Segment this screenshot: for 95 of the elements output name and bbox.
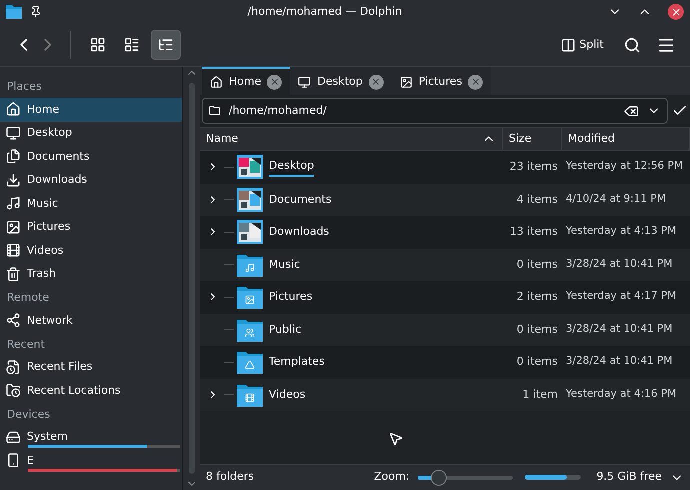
sidebar-item[interactable]: Trash [0,262,182,286]
split-view-icon [560,38,576,52]
sidebar-item[interactable]: Recent Locations [0,379,182,402]
sidebar-item[interactable]: Documents [0,145,182,168]
sidebar-item[interactable]: Recent Files [0,356,182,379]
table-cell-text: Yesterday at 12:56 PM [565,159,684,174]
column-header[interactable]: Name [200,128,503,150]
table-cell-text: 3/28/24 at 10:41 PM [565,354,674,370]
image-icon [400,76,413,88]
film-icon [6,243,21,258]
file-name[interactable]: Templates [269,354,325,370]
close-tab-button[interactable] [267,74,282,90]
pointer-icon [388,431,404,447]
folder-clock-icon [6,383,21,398]
pictures-folder-icon [237,285,263,310]
documents-icon [6,149,21,164]
templates-folder-icon [237,350,263,374]
close-button[interactable] [668,4,684,20]
folder-icon [209,105,221,117]
folder-icon [6,5,22,19]
free-space: 9.5 GiB free [596,469,662,486]
table-cell-text: Yesterday at 4:13 PM [565,224,678,240]
image-icon [6,220,21,235]
column-header[interactable]: Modified [562,128,690,150]
sidebar-item[interactable]: Music [0,192,182,216]
monitor-icon [298,76,312,88]
location-field[interactable]: /home/mohamed/ [202,98,668,124]
search-icon[interactable] [624,36,641,54]
network-icon [6,313,21,328]
clear-icon[interactable] [624,104,639,118]
sidebar-item[interactable]: Pictures [0,216,182,239]
trash-icon [6,266,21,282]
sidebar-item[interactable]: E [0,449,182,472]
table-cell-text: 0 items [516,322,559,338]
split-button[interactable]: Split [556,36,608,54]
device-icon [6,453,21,468]
table-cell-text: 23 items [508,159,559,175]
pin-icon[interactable] [30,6,42,18]
table-cell-text: 3/28/24 at 10:41 PM [565,256,674,272]
tab[interactable]: Desktop [290,67,392,95]
close-tab-button[interactable] [468,74,484,90]
file-name[interactable]: Downloads [269,224,330,240]
drive-icon [6,430,21,445]
music-note-icon [6,196,21,212]
file-name[interactable]: Documents [269,192,332,208]
sidebar-item[interactable]: Home [0,98,182,122]
close-icon [270,77,280,87]
status-text: 8 folders [206,469,256,486]
zoom-slider[interactable] [418,470,513,486]
zoom-label: Zoom: [374,469,410,486]
sidebar-item[interactable]: Downloads [0,168,182,192]
table-cell-text: 13 items [508,224,559,240]
table-cell-text: 0 items [516,354,559,370]
table-cell-text: 4 items [516,192,559,208]
monitor-icon [6,126,21,141]
table-cell-text: 1 item [522,386,559,402]
videos-folder-icon [237,382,263,407]
download-icon [6,172,21,188]
table-cell-text: 3/28/24 at 10:41 PM [565,322,674,337]
window-title: /home/mohamed — Dolphin [248,4,402,18]
sidebar-item[interactable]: Desktop [0,122,182,145]
table-cell-text: 0 items [516,256,559,272]
file-clock-icon [6,360,21,375]
music-folder-icon [237,252,263,277]
tab[interactable]: Home [202,67,290,95]
file-name[interactable]: Music [269,256,300,273]
home-icon [210,76,223,88]
section-heading: Recent [6,336,46,352]
people-folder-icon [237,318,263,342]
table-cell-text: Yesterday at 4:17 PM [565,289,678,304]
table-cell-text: Yesterday at 4:16 PM [565,386,678,402]
slider-handle[interactable] [430,470,447,486]
file-name[interactable]: Pictures [269,289,313,306]
file-name[interactable]: Public [269,322,302,338]
tab[interactable]: Pictures [392,67,492,95]
file-name[interactable]: Videos [269,386,306,403]
close-icon [371,77,382,87]
list-view-icon [124,37,140,53]
grid-view-icon [90,37,106,53]
section-heading: Remote [6,290,50,306]
table-cell-text: 4/10/24 at 9:11 PM [565,192,668,207]
close-icon [670,6,682,18]
sidebar-item[interactable]: System [0,426,182,449]
table-cell-text: 2 items [516,289,559,305]
section-heading: Places [6,79,43,95]
file-name[interactable]: Desktop [269,158,314,176]
close-tab-button[interactable] [368,74,384,90]
sidebar-item[interactable]: Network [0,309,182,332]
section-heading: Devices [6,406,52,422]
sidebar-item[interactable]: Videos [0,239,182,262]
close-icon [470,77,481,87]
home-icon [6,102,21,118]
view-mode-button[interactable] [151,30,181,60]
tree-view-icon [158,37,174,53]
column-header[interactable]: Size [503,128,562,150]
